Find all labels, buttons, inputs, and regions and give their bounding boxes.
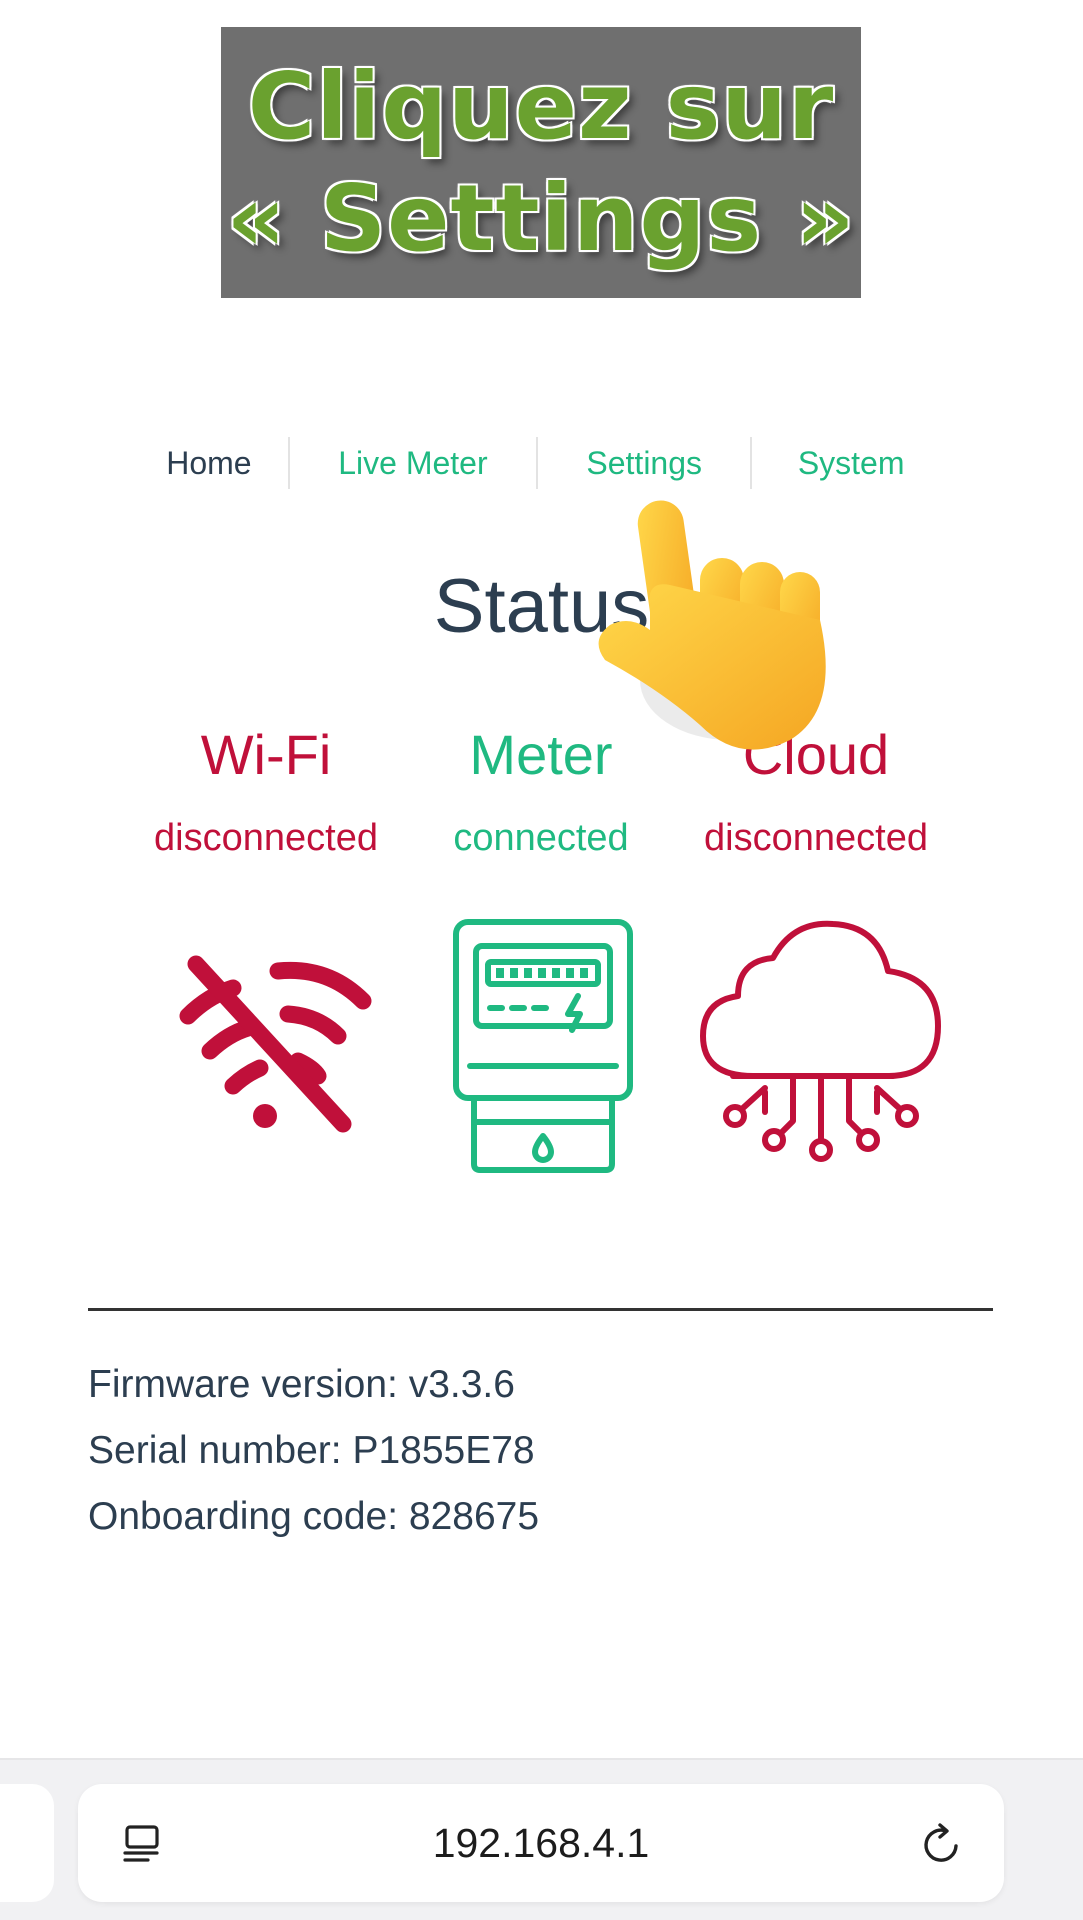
instruction-caption: Cliquez sur « Settings » (221, 27, 861, 298)
nav-system[interactable]: System (752, 432, 950, 494)
cloud-network-icon (700, 920, 941, 1162)
wifi-off-icon (179, 955, 372, 1133)
firmware-version: Firmware version: v3.3.6 (88, 1363, 515, 1406)
onboarding-code: Onboarding code: 828675 (88, 1495, 540, 1538)
wifi-label: Wi-Fi (200, 723, 332, 786)
nav-settings[interactable]: Settings (538, 432, 750, 494)
device-info: Firmware version: v3.3.6 Serial number: … (88, 1352, 539, 1550)
cloud-state: disconnected (704, 817, 928, 859)
section-divider (88, 1308, 993, 1311)
browser-bottom-bar: 192.168.4.1 (0, 1758, 1083, 1920)
caption-line-1: Cliquez sur (247, 53, 835, 160)
serial-number: Serial number: P1855E78 (88, 1429, 535, 1472)
status-title: Status (433, 564, 650, 649)
pointing-hand-icon (598, 500, 826, 750)
address-bar[interactable]: 192.168.4.1 (78, 1784, 1004, 1902)
top-nav: Home Live Meter Settings System (130, 432, 950, 494)
wifi-status: Wi-Fi disconnected (116, 720, 416, 868)
nav-live-meter[interactable]: Live Meter (290, 432, 536, 494)
url-text[interactable]: 192.168.4.1 (78, 1784, 1004, 1902)
reload-icon[interactable] (918, 1820, 966, 1868)
electric-meter-icon (453, 919, 633, 1173)
previous-tab[interactable] (0, 1784, 54, 1902)
wifi-state: disconnected (154, 817, 378, 859)
nav-home[interactable]: Home (130, 432, 288, 494)
caption-line-2: « Settings » (226, 165, 856, 272)
meter-state: connected (453, 817, 629, 859)
